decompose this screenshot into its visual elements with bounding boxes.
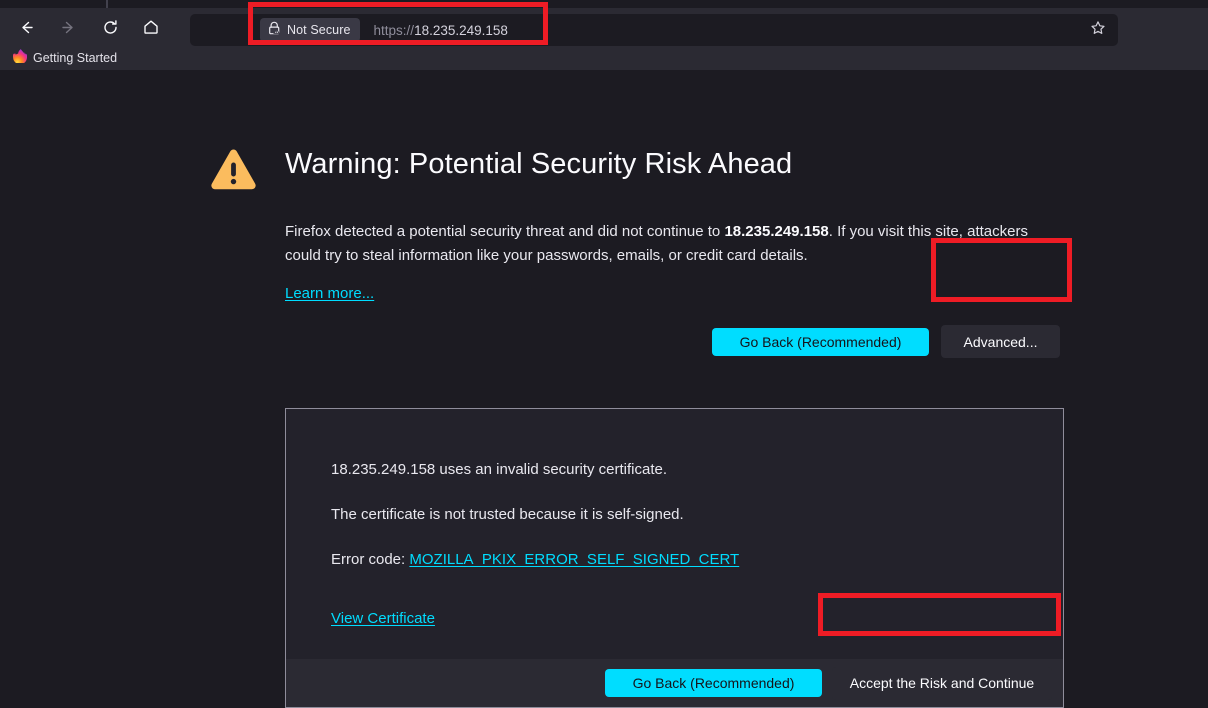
error-code-link[interactable]: MOZILLA_PKIX_ERROR_SELF_SIGNED_CERT: [409, 551, 739, 568]
lock-warning-icon: [268, 21, 281, 40]
url-scheme: https://: [373, 22, 415, 38]
bookmark-item-getting-started[interactable]: Getting Started: [8, 47, 122, 70]
bookmark-star-button[interactable]: [1086, 18, 1110, 42]
identity-badge-not-secure[interactable]: Not Secure: [260, 18, 360, 42]
identity-label: Not Secure: [287, 23, 351, 37]
error-code-label: Error code:: [331, 551, 410, 568]
back-button[interactable]: [11, 12, 41, 42]
advanced-panel-body: 18.235.249.158 uses an invalid security …: [286, 409, 1063, 659]
forward-arrow-icon: [60, 19, 77, 36]
advanced-panel-footer: Go Back (Recommended) Accept the Risk an…: [286, 659, 1063, 707]
warning-triangle-icon: [209, 148, 258, 198]
home-button[interactable]: [136, 12, 166, 42]
tab-strip: [0, 0, 1208, 8]
go-back-button-top[interactable]: Go Back (Recommended): [712, 328, 929, 356]
forward-button: [53, 12, 83, 42]
error-code-line: Error code: MOZILLA_PKIX_ERROR_SELF_SIGN…: [331, 551, 739, 568]
firefox-icon: [12, 48, 28, 68]
reload-icon: [102, 19, 119, 36]
bookmarks-toolbar: Getting Started: [0, 46, 1208, 70]
error-description: Firefox detected a potential security th…: [285, 220, 1045, 268]
error-page-content: Warning: Potential Security Risk Ahead F…: [0, 70, 1208, 708]
view-certificate-link[interactable]: View Certificate: [331, 610, 435, 627]
page-title: Warning: Potential Security Risk Ahead: [285, 148, 793, 180]
url-text: https://18.235.249.158: [374, 23, 508, 38]
url-bar[interactable]: Not Secure https://18.235.249.158: [190, 14, 1118, 46]
go-back-button-bottom[interactable]: Go Back (Recommended): [605, 669, 822, 697]
home-icon: [142, 18, 160, 36]
cert-invalid-message: 18.235.249.158 uses an invalid security …: [331, 461, 668, 478]
cert-untrusted-message: The certificate is not trusted because i…: [331, 506, 684, 523]
advanced-panel: 18.235.249.158 uses an invalid security …: [285, 408, 1064, 708]
browser-chrome: Not Secure https://18.235.249.158 Gettin…: [0, 0, 1208, 70]
navigation-toolbar: Not Secure https://18.235.249.158: [0, 8, 1208, 46]
back-arrow-icon: [18, 19, 35, 36]
accept-risk-button[interactable]: Accept the Risk and Continue: [832, 666, 1052, 700]
description-host: 18.235.249.158: [724, 223, 829, 240]
url-host: 18.235.249.158: [414, 22, 508, 38]
bookmark-label: Getting Started: [33, 51, 118, 65]
advanced-button[interactable]: Advanced...: [941, 325, 1060, 358]
learn-more-link[interactable]: Learn more...: [285, 285, 374, 302]
star-icon: [1090, 20, 1106, 41]
description-prefix: Firefox detected a potential security th…: [285, 223, 725, 240]
tab-separator: [106, 0, 108, 8]
reload-button[interactable]: [95, 12, 125, 42]
